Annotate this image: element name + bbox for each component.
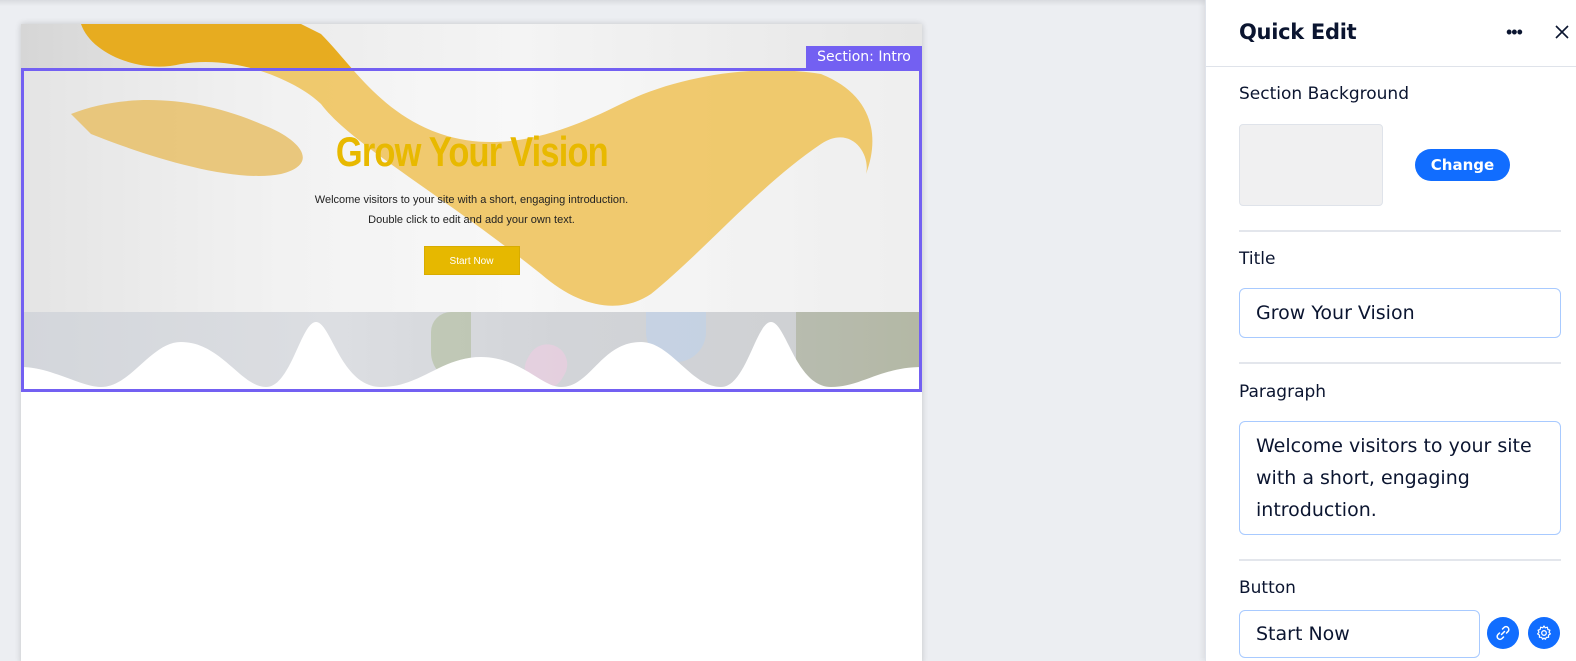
hero-paragraph-line: Double click to edit and add your own te… [368, 214, 575, 226]
change-background-button[interactable]: Change [1415, 149, 1510, 181]
panel-title: Quick Edit [1239, 20, 1357, 44]
more-horizontal-icon[interactable]: ••• [1506, 22, 1523, 43]
link-button[interactable] [1487, 617, 1519, 649]
panel-header: Quick Edit ••• [1206, 0, 1576, 67]
hero-content: Grow Your Vision Welcome visitors to you… [21, 124, 922, 275]
section-background-label: Section Background [1239, 84, 1409, 104]
close-icon[interactable] [1552, 22, 1572, 42]
button-label: Button [1239, 578, 1296, 598]
hero-paragraph[interactable]: Welcome visitors to your site with a sho… [21, 190, 922, 230]
hero-paragraph-line: Welcome visitors to your site with a sho… [314, 194, 629, 206]
title-input[interactable]: Grow Your Vision [1239, 288, 1561, 338]
section-background-swatch[interactable] [1239, 124, 1383, 206]
section-tag-label[interactable]: Section: Intro [806, 46, 922, 69]
toolbar-shadow [0, 0, 1205, 6]
intro-section[interactable]: Grow Your Vision Welcome visitors to you… [21, 24, 922, 391]
divider [1239, 230, 1561, 232]
hero-start-button[interactable]: Start Now [423, 246, 520, 275]
site-canvas-page[interactable]: Grow Your Vision Welcome visitors to you… [21, 24, 922, 661]
settings-button[interactable] [1528, 617, 1560, 649]
button-text-input[interactable]: Start Now [1239, 610, 1480, 658]
gear-icon [1537, 625, 1551, 640]
divider [1239, 362, 1561, 364]
title-label: Title [1239, 249, 1276, 269]
quick-edit-panel: Quick Edit ••• Section Background Change… [1205, 0, 1576, 661]
divider [1239, 559, 1561, 561]
paragraph-label: Paragraph [1239, 382, 1327, 402]
hero-title[interactable]: Grow Your Vision [335, 124, 608, 180]
wave-divider-shape [21, 322, 922, 391]
paragraph-textarea[interactable]: Welcome visitors to your site with a sho… [1239, 421, 1561, 535]
link-icon [1496, 625, 1510, 641]
